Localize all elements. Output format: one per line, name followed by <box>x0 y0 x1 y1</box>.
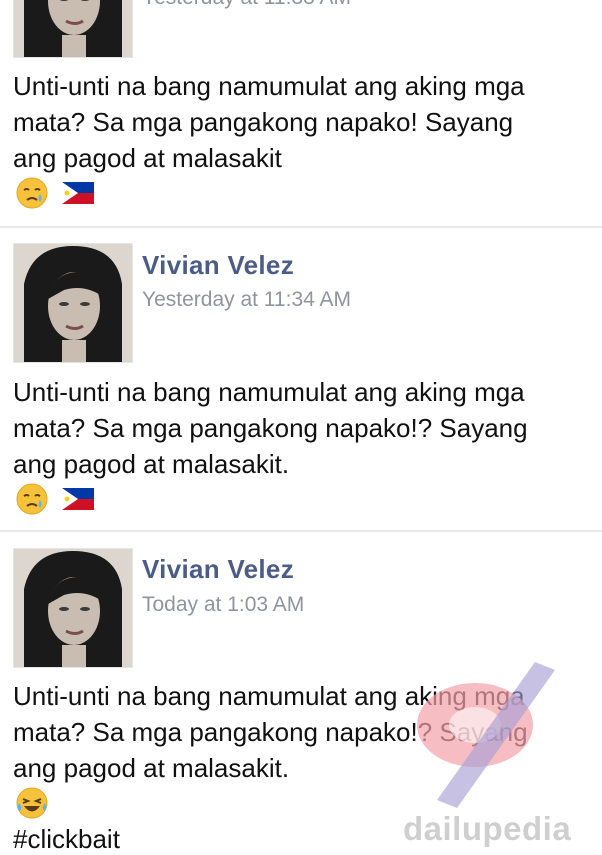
hashtag-link[interactable]: #clickbait <box>13 824 120 855</box>
post-timestamp[interactable]: Today at 1:03 AM <box>142 593 304 617</box>
post-text: Unti-unti na bang namumulat ang aking mg… <box>13 68 598 176</box>
post-text-line: ang pagod at malasakit <box>13 143 282 173</box>
post-text-line: Unti-unti na bang namumulat ang aking mg… <box>13 71 525 101</box>
emoji-row <box>16 482 94 516</box>
emoji-row <box>16 786 48 820</box>
watermark-text: dailupedia <box>403 810 572 847</box>
avatar-portrait-icon <box>14 244 132 362</box>
avatar[interactable] <box>13 548 133 668</box>
emoji-row <box>16 176 94 210</box>
avatar[interactable] <box>13 0 133 58</box>
avatar-portrait-icon <box>14 549 132 667</box>
post-text-line: ang pagod at malasakit. <box>13 449 290 479</box>
post-1: Yesterday at 11:33 AM Unti-unti na bang … <box>0 0 602 226</box>
post-text: Unti-unti na bang namumulat ang aking mg… <box>13 374 598 482</box>
philippine-flag-icon <box>62 488 94 510</box>
avatar[interactable] <box>13 243 133 363</box>
sad-tear-emoji-icon <box>16 483 48 515</box>
post-text-line: mata? Sa mga pangakong napako! Sayang <box>13 107 514 137</box>
avatar-portrait-icon <box>14 0 132 57</box>
author-name[interactable]: Vivian Velez <box>142 250 294 281</box>
post-timestamp[interactable]: Yesterday at 11:34 AM <box>142 288 351 312</box>
philippine-flag-icon <box>62 182 94 204</box>
author-name[interactable]: Vivian Velez <box>142 554 294 585</box>
sad-tear-emoji-icon <box>16 177 48 209</box>
post-text-line: Unti-unti na bang namumulat ang aking mg… <box>13 377 525 407</box>
post-timestamp[interactable]: Yesterday at 11:33 AM <box>142 0 351 10</box>
post-2: Vivian Velez Yesterday at 11:34 AM Unti-… <box>0 228 602 530</box>
laughing-tears-emoji-icon <box>16 787 48 819</box>
dailupedia-logo-icon <box>417 662 555 808</box>
post-text-line: mata? Sa mga pangakong napako!? Sayang <box>13 413 528 443</box>
